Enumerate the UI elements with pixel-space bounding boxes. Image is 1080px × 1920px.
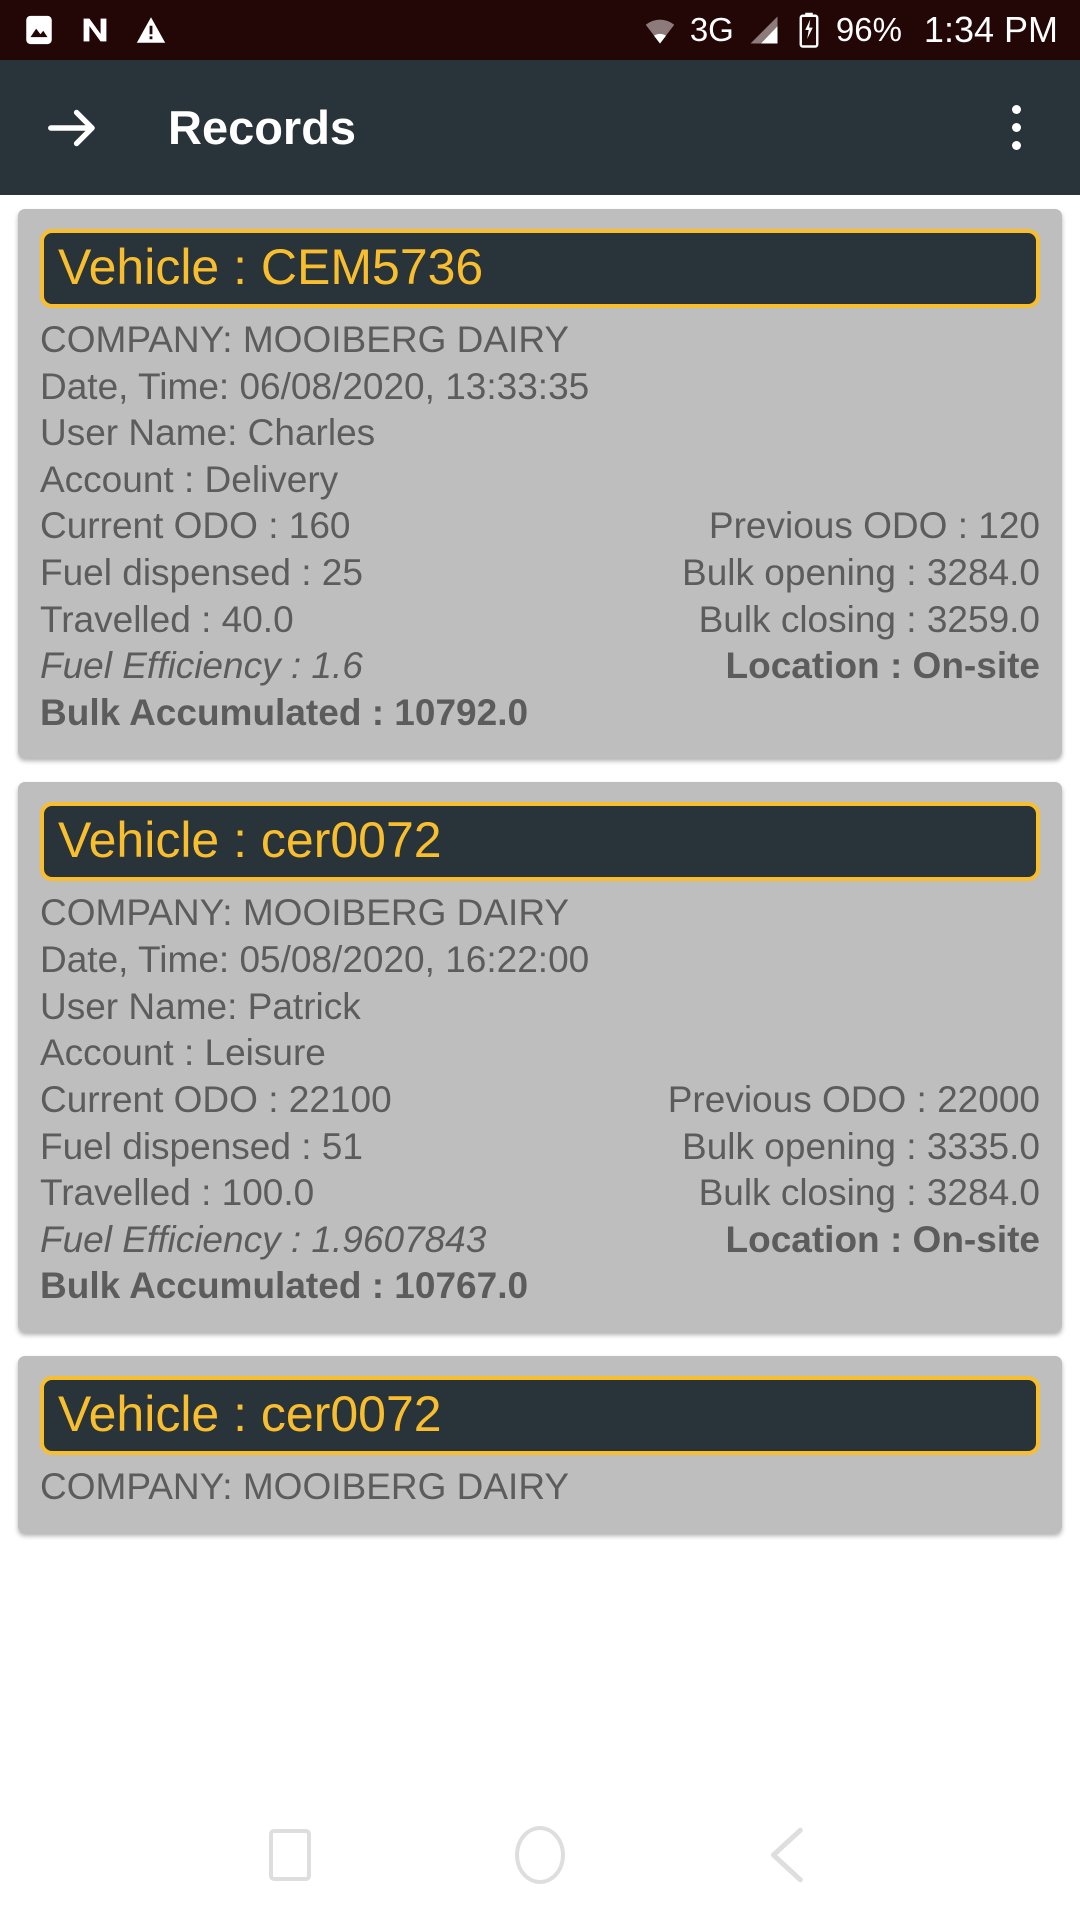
signal-bars-icon (746, 12, 782, 48)
vehicle-banner[interactable]: Vehicle : cer0072 (40, 802, 1040, 881)
network-type-label: 3G (690, 11, 734, 49)
current-odo-label: Current ODO : 160 (40, 503, 351, 550)
user-name-label: User Name: Charles (40, 410, 1040, 457)
odo-row: Current ODO : 160 Previous ODO : 120 (40, 503, 1040, 550)
datetime-label: Date, Time: 06/08/2020, 13:33:35 (40, 364, 1040, 411)
wifi-icon (642, 12, 678, 48)
status-bar-left-icons (22, 13, 168, 47)
square-recents-icon[interactable] (245, 1810, 335, 1900)
image-icon (22, 13, 56, 47)
fuel-efficiency-label: Fuel Efficiency : 1.9607843 (40, 1217, 486, 1264)
vehicle-label: Vehicle : cer0072 (58, 814, 1022, 867)
arrow-forward-icon[interactable] (42, 96, 106, 160)
back-triangle-shape (764, 1826, 816, 1884)
battery-percent-label: 96% (836, 11, 902, 49)
current-odo-label: Current ODO : 22100 (40, 1077, 392, 1124)
efficiency-location-row: Fuel Efficiency : 1.9607843 Location : O… (40, 1217, 1040, 1264)
status-bar: 3G 96% 1:34 PM (0, 0, 1080, 60)
record-card[interactable]: Vehicle : cer0072 COMPANY: MOOIBERG DAIR… (18, 782, 1062, 1331)
recents-square-shape (269, 1829, 311, 1881)
bulk-opening-label: Bulk opening : 3284.0 (682, 550, 1040, 597)
company-label: COMPANY: MOOIBERG DAIRY (40, 317, 1040, 364)
triangle-back-icon[interactable] (745, 1810, 835, 1900)
home-circle-shape (515, 1826, 565, 1884)
location-label: Location : On-site (726, 643, 1041, 690)
previous-odo-label: Previous ODO : 22000 (668, 1077, 1040, 1124)
efficiency-location-row: Fuel Efficiency : 1.6 Location : On-site (40, 643, 1040, 690)
vehicle-label: Vehicle : cer0072 (58, 1388, 1022, 1441)
android-nougat-icon (78, 13, 112, 47)
overflow-dot (1012, 105, 1021, 114)
page-title: Records (168, 100, 986, 155)
account-label: Account : Delivery (40, 457, 1040, 504)
overflow-dot (1012, 141, 1021, 150)
fuel-bulk-opening-row: Fuel dispensed : 51 Bulk opening : 3335.… (40, 1124, 1040, 1171)
company-label: COMPANY: MOOIBERG DAIRY (40, 1464, 1040, 1511)
vehicle-banner[interactable]: Vehicle : cer0072 (40, 1376, 1040, 1455)
bulk-accumulated-label: Bulk Accumulated : 10792.0 (40, 690, 1040, 737)
account-label: Account : Leisure (40, 1030, 1040, 1077)
fuel-efficiency-label: Fuel Efficiency : 1.6 (40, 643, 363, 690)
app-bar: Records (0, 60, 1080, 195)
bulk-closing-label: Bulk closing : 3259.0 (699, 597, 1040, 644)
overflow-dot (1012, 123, 1021, 132)
fuel-dispensed-label: Fuel dispensed : 51 (40, 1124, 363, 1171)
bulk-opening-label: Bulk opening : 3335.0 (682, 1124, 1040, 1171)
record-card[interactable]: Vehicle : CEM5736 COMPANY: MOOIBERG DAIR… (18, 209, 1062, 758)
battery-charging-icon (794, 12, 824, 48)
clock-label: 1:34 PM (924, 9, 1058, 51)
odo-row: Current ODO : 22100 Previous ODO : 22000 (40, 1077, 1040, 1124)
travelled-bulk-closing-row: Travelled : 40.0 Bulk closing : 3259.0 (40, 597, 1040, 644)
circle-home-icon[interactable] (495, 1810, 585, 1900)
user-name-label: User Name: Patrick (40, 984, 1040, 1031)
vehicle-label: Vehicle : CEM5736 (58, 241, 1022, 294)
more-vertical-icon[interactable] (986, 93, 1046, 163)
records-list[interactable]: Vehicle : CEM5736 COMPANY: MOOIBERG DAIR… (0, 195, 1080, 1790)
status-bar-right-icons: 3G 96% 1:34 PM (642, 9, 1058, 51)
bulk-closing-label: Bulk closing : 3284.0 (699, 1170, 1040, 1217)
fuel-bulk-opening-row: Fuel dispensed : 25 Bulk opening : 3284.… (40, 550, 1040, 597)
travelled-label: Travelled : 40.0 (40, 597, 294, 644)
warning-triangle-icon (134, 13, 168, 47)
vehicle-banner[interactable]: Vehicle : CEM5736 (40, 229, 1040, 308)
android-navigation-bar (0, 1790, 1080, 1920)
bulk-accumulated-label: Bulk Accumulated : 10767.0 (40, 1263, 1040, 1310)
datetime-label: Date, Time: 05/08/2020, 16:22:00 (40, 937, 1040, 984)
fuel-dispensed-label: Fuel dispensed : 25 (40, 550, 363, 597)
travelled-bulk-closing-row: Travelled : 100.0 Bulk closing : 3284.0 (40, 1170, 1040, 1217)
location-label: Location : On-site (726, 1217, 1041, 1264)
company-label: COMPANY: MOOIBERG DAIRY (40, 890, 1040, 937)
record-card[interactable]: Vehicle : cer0072 COMPANY: MOOIBERG DAIR… (18, 1356, 1062, 1533)
travelled-label: Travelled : 100.0 (40, 1170, 314, 1217)
previous-odo-label: Previous ODO : 120 (709, 503, 1040, 550)
